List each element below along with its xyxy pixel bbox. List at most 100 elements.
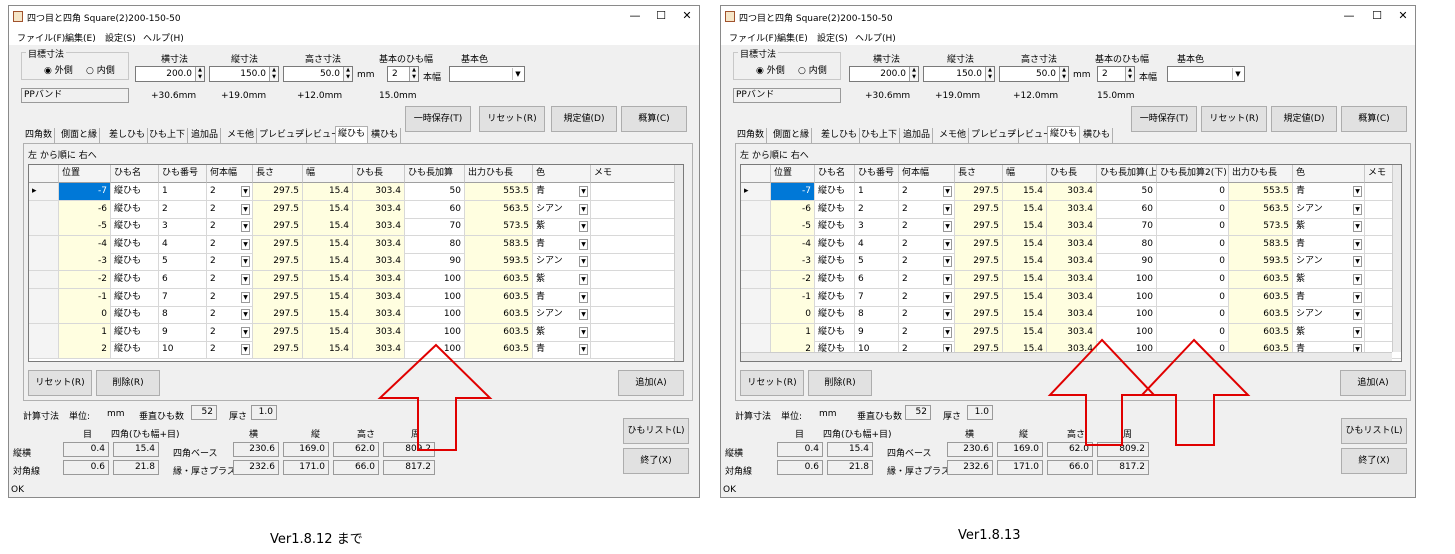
column-header[interactable]: 何本幅 <box>899 165 955 183</box>
cell-no[interactable]: 4 <box>855 235 899 254</box>
cell-no[interactable]: 3 <box>855 218 899 237</box>
radio-outer[interactable]: ◉ 外側 <box>44 63 73 76</box>
cell-color[interactable]: シアン ▼ <box>533 200 591 219</box>
himo-table[interactable]: 位置 ひも名 ひも番号 何本幅 長さ幅ひも長 ひも長加算 出力ひも長色メモ ▸ -7 縦ひも 1 2 ▼… <box>28 164 684 362</box>
minimize-icon[interactable]: — <box>1341 9 1357 23</box>
cell-name[interactable]: 縦ひも <box>815 288 855 307</box>
cell-pos[interactable]: -1 <box>771 288 815 307</box>
cell-add[interactable]: 80 <box>1097 235 1157 254</box>
cell-hon[interactable]: 2 ▼ <box>207 271 253 289</box>
cell-memo[interactable] <box>591 183 675 201</box>
cell-no[interactable]: 5 <box>159 253 207 272</box>
close-icon[interactable]: ✕ <box>1395 9 1411 23</box>
chevron-down-icon[interactable]: ▼ <box>943 256 952 268</box>
chevron-down-icon[interactable]: ▼ <box>241 291 250 303</box>
cell-memo[interactable] <box>591 235 675 254</box>
tate-input[interactable]: 150.0 ▲ ▼ <box>923 66 995 82</box>
tab-himojouge[interactable]: ひも上下 <box>859 128 901 144</box>
maximize-icon[interactable]: ☐ <box>1369 9 1385 23</box>
cell-memo[interactable] <box>591 271 675 289</box>
cell-no[interactable]: 1 <box>159 183 207 201</box>
chevron-down-icon[interactable]: ▼ <box>241 256 250 268</box>
chevron-down-icon[interactable]: ▼ <box>579 186 588 197</box>
column-header[interactable]: ひも番号 <box>159 165 207 183</box>
chevron-down-icon[interactable]: ▼ <box>241 238 250 250</box>
row-selector[interactable] <box>29 288 59 307</box>
chevron-down-icon[interactable]: ▼ <box>241 344 250 356</box>
column-header[interactable]: 幅 <box>1003 165 1047 183</box>
row-selector[interactable] <box>29 253 59 272</box>
chevron-down-icon[interactable]: ▼ <box>579 221 588 233</box>
cell-hon[interactable]: 2 ▼ <box>207 235 253 254</box>
cell-add[interactable]: 80 <box>405 235 465 254</box>
cell-add2[interactable]: 0 <box>1157 235 1229 254</box>
cell-name[interactable]: 縦ひも <box>111 306 159 325</box>
cell-pos[interactable]: -5 <box>771 218 815 237</box>
column-header[interactable]: ひも長 <box>353 165 405 183</box>
cell-pos[interactable]: 0 <box>59 306 111 325</box>
cell-color[interactable]: シアン ▼ <box>1293 200 1365 219</box>
chevron-down-icon[interactable]: ▼ <box>512 68 523 80</box>
menu-file[interactable]: ファイル(F) <box>729 31 777 44</box>
row-selector[interactable] <box>741 306 771 325</box>
chevron-down-icon[interactable]: ▼ <box>241 186 250 197</box>
cell-color[interactable]: 青 ▼ <box>1293 288 1365 307</box>
cell-hon[interactable]: 2 ▼ <box>207 323 253 342</box>
column-header[interactable]: 出力ひも長 <box>1229 165 1293 183</box>
default-button[interactable]: 規定値(D) <box>1271 106 1337 132</box>
yoko-spinner[interactable]: ▲ ▼ <box>909 67 918 81</box>
cell-color[interactable]: 紫 ▼ <box>533 218 591 237</box>
cell-hon[interactable]: 2 ▼ <box>899 253 955 272</box>
chevron-down-icon[interactable]: ▼ <box>1353 256 1362 268</box>
tab-memo[interactable]: メモ他 <box>937 128 970 144</box>
chevron-down-icon[interactable]: ▼ <box>1232 68 1243 80</box>
yoko-input[interactable]: 200.0 ▲ ▼ <box>849 66 919 82</box>
cell-color[interactable]: 紫 ▼ <box>533 271 591 289</box>
cell-no[interactable]: 4 <box>159 235 207 254</box>
column-header[interactable]: 何本幅 <box>207 165 253 183</box>
tab-tatehimo[interactable]: 縦ひも <box>1047 126 1081 144</box>
chevron-down-icon[interactable]: ▼ <box>241 274 250 285</box>
cell-color[interactable]: シアン ▼ <box>1293 253 1365 272</box>
reset-top-button[interactable]: リセット(R) <box>1201 106 1267 132</box>
cell-pos[interactable]: -4 <box>59 235 111 254</box>
minimize-icon[interactable]: — <box>627 9 643 23</box>
row-selector[interactable] <box>741 200 771 219</box>
cell-add[interactable]: 100 <box>405 271 465 289</box>
row-selector[interactable] <box>741 271 771 289</box>
row-selector[interactable]: ▸ <box>741 183 771 201</box>
chevron-down-icon[interactable]: ▼ <box>943 186 952 197</box>
cell-add[interactable]: 100 <box>1097 271 1157 289</box>
cell-name[interactable]: 縦ひも <box>815 218 855 237</box>
row-selector[interactable] <box>741 235 771 254</box>
cell-no[interactable]: 5 <box>855 253 899 272</box>
cell-no[interactable]: 9 <box>855 323 899 342</box>
cell-no[interactable]: 3 <box>159 218 207 237</box>
cell-no[interactable]: 9 <box>159 323 207 342</box>
himo-table[interactable]: 位置 ひも名 ひも番号 何本幅 長さ幅ひも長 ひも長加算(上) ひも長加算2(下) 出力ひも長… <box>740 164 1402 362</box>
menu-edit[interactable]: 編集(E) <box>65 31 96 44</box>
cell-hon[interactable]: 2 ▼ <box>207 183 253 201</box>
takasa-spinner[interactable]: ▲ ▼ <box>343 67 352 81</box>
maximize-icon[interactable]: ☐ <box>653 9 669 23</box>
chevron-down-icon[interactable]: ▼ <box>1353 238 1362 250</box>
cell-no[interactable]: 7 <box>855 288 899 307</box>
cell-hon[interactable]: 2 ▼ <box>207 218 253 237</box>
cell-name[interactable]: 縦ひも <box>111 253 159 272</box>
cell-color[interactable]: シアン ▼ <box>533 306 591 325</box>
chevron-down-icon[interactable]: ▼ <box>579 291 588 303</box>
cell-pos[interactable]: -6 <box>59 200 111 219</box>
grid-reset-button[interactable]: リセット(R) <box>28 370 92 396</box>
close-icon[interactable]: ✕ <box>679 9 695 23</box>
tab-tsuikahin[interactable]: 追加品 <box>189 128 222 144</box>
takasa-input[interactable]: 50.0 ▲ ▼ <box>999 66 1069 82</box>
cell-add2[interactable]: 0 <box>1157 323 1229 342</box>
cell-add[interactable]: 100 <box>405 306 465 325</box>
chevron-down-icon[interactable]: ▼ <box>241 309 250 321</box>
row-selector[interactable] <box>741 253 771 272</box>
cell-hon[interactable]: 2 ▼ <box>899 235 955 254</box>
chevron-down-icon[interactable]: ▼ <box>579 326 588 338</box>
color-select[interactable]: ▼ <box>1167 66 1245 82</box>
chevron-down-icon[interactable]: ▼ <box>1353 291 1362 303</box>
cell-no[interactable]: 2 <box>855 200 899 219</box>
